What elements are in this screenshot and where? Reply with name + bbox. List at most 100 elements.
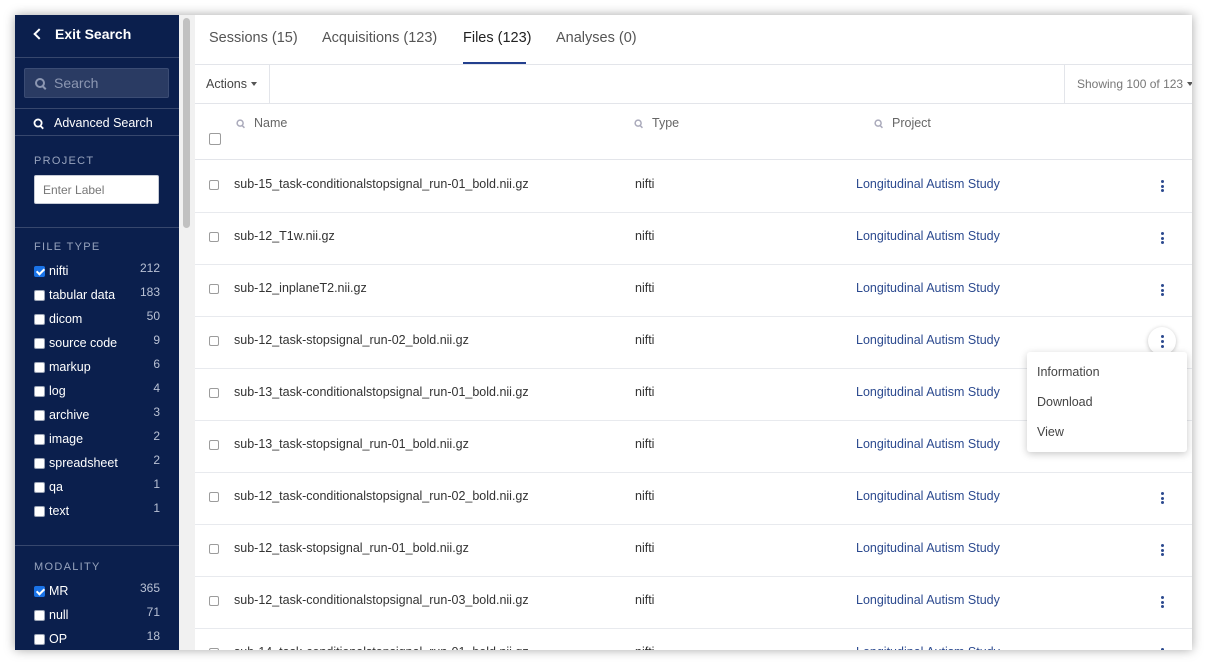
- file-name[interactable]: sub-13_task-stopsignal_run-01_bold.nii.g…: [234, 437, 469, 451]
- project-link[interactable]: Longitudinal Autism Study: [856, 541, 1000, 555]
- select-all-checkbox[interactable]: [209, 133, 221, 145]
- table-row[interactable]: sub-12_T1w.nii.gz nifti Longitudinal Autis…: [195, 212, 1192, 265]
- facet-checkbox[interactable]: [34, 585, 45, 597]
- tab-acquisitions[interactable]: Acquisitions (123): [322, 30, 437, 46]
- file-name[interactable]: sub-12_T1w.nii.gz: [234, 229, 335, 243]
- facet-checkbox[interactable]: [34, 361, 45, 373]
- row-checkbox[interactable]: [209, 544, 219, 554]
- project-link[interactable]: Longitudinal Autism Study: [856, 593, 1000, 607]
- search-icon: [874, 118, 882, 127]
- facet-checkbox[interactable]: [34, 609, 45, 621]
- project-link[interactable]: Longitudinal Autism Study: [856, 437, 1000, 451]
- menu-item-information[interactable]: Information: [1037, 365, 1100, 379]
- file-name[interactable]: sub-12_inplaneT2.nii.gz: [234, 281, 367, 295]
- menu-item-view[interactable]: View: [1037, 425, 1064, 439]
- facet-checkbox[interactable]: [34, 433, 45, 445]
- sidebar-scrollbar-thumb[interactable]: [183, 18, 190, 228]
- search-icon: [634, 118, 642, 127]
- search-icon: [35, 77, 46, 89]
- table-row[interactable]: sub-14_task-conditionalstopsignal_run-01…: [195, 628, 1192, 650]
- more-options-icon[interactable]: [1159, 284, 1165, 296]
- row-checkbox[interactable]: [209, 492, 219, 502]
- file-name[interactable]: sub-13_task-conditionalstopsignal_run-01…: [234, 385, 529, 399]
- more-options-icon[interactable]: [1159, 180, 1165, 192]
- project-link[interactable]: Longitudinal Autism Study: [856, 177, 1000, 191]
- row-checkbox[interactable]: [209, 180, 219, 190]
- sidebar-search[interactable]: [24, 68, 169, 98]
- column-header-type[interactable]: Type: [633, 116, 679, 130]
- row-checkbox[interactable]: [209, 232, 219, 242]
- tab-analyses[interactable]: Analyses (0): [556, 30, 637, 46]
- facet-checkbox[interactable]: [34, 385, 45, 397]
- file-name[interactable]: sub-12_task-conditionalstopsignal_run-03…: [234, 593, 529, 607]
- table-row[interactable]: sub-12_inplaneT2.nii.gz nifti Longitudinal…: [195, 264, 1192, 317]
- file-name[interactable]: sub-15_task-conditionalstopsignal_run-01…: [234, 177, 529, 191]
- table-row[interactable]: sub-15_task-conditionalstopsignal_run-01…: [195, 160, 1192, 213]
- file-name[interactable]: sub-12_task-stopsignal_run-02_bold.nii.g…: [234, 333, 469, 347]
- project-link[interactable]: Longitudinal Autism Study: [856, 385, 1000, 399]
- exit-search-button[interactable]: Exit Search: [33, 26, 131, 42]
- facet-source-code[interactable]: source code 9: [34, 333, 160, 353]
- facet-checkbox[interactable]: [34, 289, 45, 301]
- more-options-icon[interactable]: [1159, 544, 1165, 556]
- table-row[interactable]: sub-12_task-conditionalstopsignal_run-03…: [195, 576, 1192, 629]
- facet-null[interactable]: null 71: [34, 605, 160, 625]
- more-options-icon[interactable]: [1148, 327, 1176, 355]
- search-input[interactable]: [54, 75, 154, 91]
- facet-checkbox[interactable]: [34, 265, 45, 277]
- facet-qa[interactable]: qa 1: [34, 477, 160, 497]
- facet-checkbox[interactable]: [34, 313, 45, 325]
- table-row[interactable]: sub-12_task-stopsignal_run-01_bold.nii.g…: [195, 524, 1192, 577]
- file-name[interactable]: sub-14_task-conditionalstopsignal_run-01…: [234, 645, 529, 650]
- project-link[interactable]: Longitudinal Autism Study: [856, 489, 1000, 503]
- more-options-icon[interactable]: [1159, 492, 1165, 504]
- sidebar-scrollbar[interactable]: [179, 15, 196, 650]
- facet-checkbox[interactable]: [34, 481, 45, 493]
- facet-markup[interactable]: markup 6: [34, 357, 160, 377]
- facet-log[interactable]: log 4: [34, 381, 160, 401]
- facet-archive[interactable]: archive 3: [34, 405, 160, 425]
- facet-mr[interactable]: MR 365: [34, 581, 160, 601]
- facet-checkbox[interactable]: [34, 633, 45, 645]
- facet-checkbox[interactable]: [34, 505, 45, 517]
- file-type: nifti: [635, 281, 655, 295]
- facet-spreadsheet[interactable]: spreadsheet 2: [34, 453, 160, 473]
- facet-tabular-data[interactable]: tabular data 183: [34, 285, 160, 305]
- tab-files[interactable]: Files (123): [463, 30, 532, 46]
- column-header-name[interactable]: Name: [235, 116, 287, 130]
- file-name[interactable]: sub-12_task-stopsignal_run-01_bold.nii.g…: [234, 541, 469, 555]
- facet-op[interactable]: OP 18: [34, 629, 160, 649]
- toolbar: Actions Showing 100 of 123: [195, 65, 1192, 104]
- facet-dicom[interactable]: dicom 50: [34, 309, 160, 329]
- more-options-icon[interactable]: [1159, 596, 1165, 608]
- tab-sessions[interactable]: Sessions (15): [209, 30, 298, 46]
- facet-checkbox[interactable]: [34, 337, 45, 349]
- project-link[interactable]: Longitudinal Autism Study: [856, 281, 1000, 295]
- column-header-project[interactable]: Project: [873, 116, 931, 130]
- file-name[interactable]: sub-12_task-conditionalstopsignal_run-02…: [234, 489, 529, 503]
- project-link[interactable]: Longitudinal Autism Study: [856, 333, 1000, 347]
- advanced-search-button[interactable]: Advanced Search: [33, 116, 153, 130]
- row-checkbox[interactable]: [209, 440, 219, 450]
- facet-checkbox[interactable]: [34, 409, 45, 421]
- facet-image[interactable]: image 2: [34, 429, 160, 449]
- row-checkbox[interactable]: [209, 284, 219, 294]
- facet-text[interactable]: text 1: [34, 501, 160, 521]
- project-link[interactable]: Longitudinal Autism Study: [856, 229, 1000, 243]
- pagination-dropdown[interactable]: Showing 100 of 123: [1064, 65, 1192, 103]
- row-checkbox[interactable]: [209, 388, 219, 398]
- facet-count: 365: [139, 581, 160, 595]
- actions-dropdown[interactable]: Actions: [195, 65, 270, 103]
- menu-item-download[interactable]: Download: [1037, 395, 1093, 409]
- project-label-input[interactable]: [34, 175, 159, 204]
- row-checkbox[interactable]: [209, 648, 219, 650]
- facet-checkbox[interactable]: [34, 457, 45, 469]
- row-checkbox[interactable]: [209, 596, 219, 606]
- more-options-icon[interactable]: [1159, 648, 1165, 650]
- project-link[interactable]: Longitudinal Autism Study: [856, 645, 1000, 650]
- row-checkbox[interactable]: [209, 336, 219, 346]
- facet-label: spreadsheet: [49, 456, 118, 470]
- table-row[interactable]: sub-12_task-conditionalstopsignal_run-02…: [195, 472, 1192, 525]
- more-options-icon[interactable]: [1159, 232, 1165, 244]
- facet-nifti[interactable]: nifti 212: [34, 261, 160, 281]
